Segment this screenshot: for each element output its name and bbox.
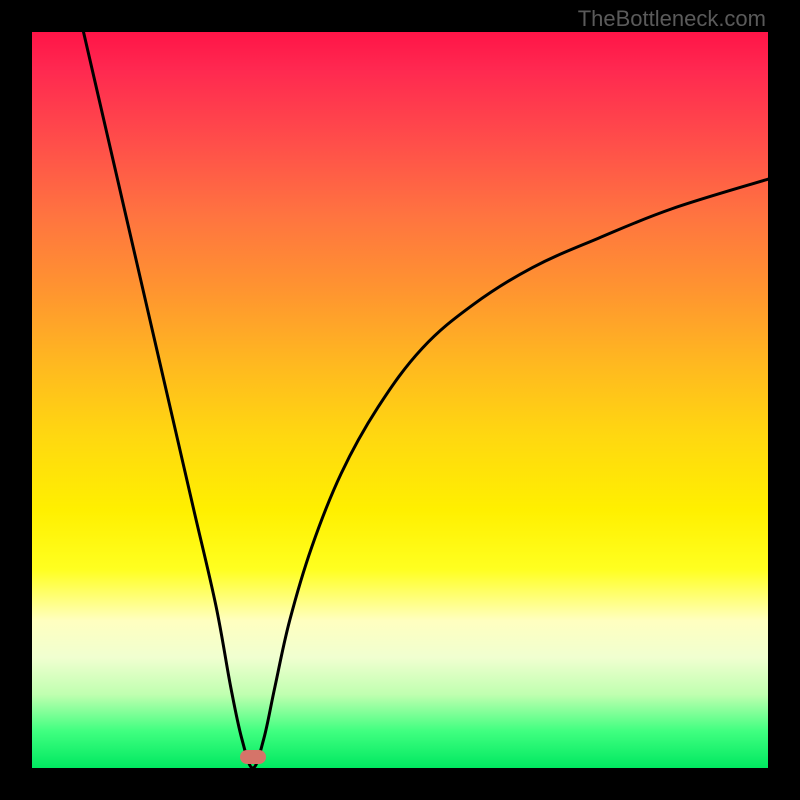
chart-frame: TheBottleneck.com	[0, 0, 800, 800]
watermark-text: TheBottleneck.com	[578, 6, 766, 32]
bottleneck-curve	[84, 32, 768, 768]
optimal-marker	[240, 750, 266, 764]
curve-layer	[32, 32, 768, 768]
